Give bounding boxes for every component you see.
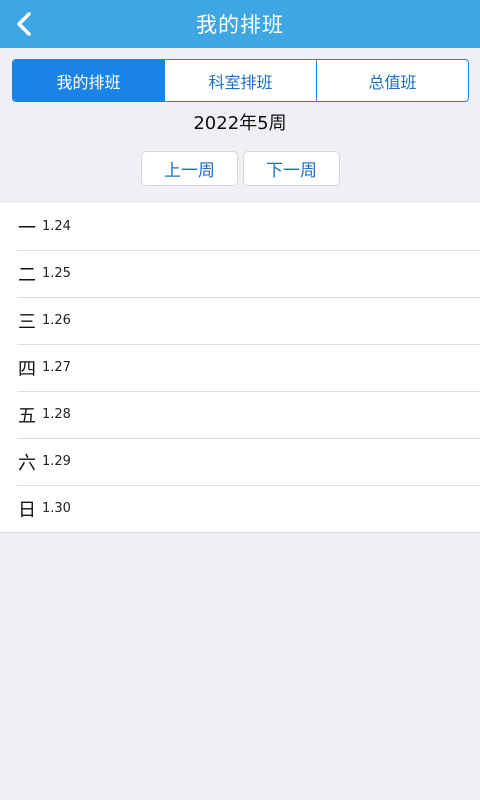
day-row[interactable]: 三 1.26 (0, 297, 480, 344)
day-row[interactable]: 六 1.29 (0, 438, 480, 485)
tab-department-schedule[interactable]: 科室排班 (164, 60, 316, 101)
day-row[interactable]: 二 1.25 (0, 250, 480, 297)
date-label: 1.27 (42, 360, 71, 375)
day-row[interactable]: 五 1.28 (0, 391, 480, 438)
weekday-label: 二 (18, 264, 36, 286)
chevron-left-icon (17, 12, 31, 36)
tab-chief-duty[interactable]: 总值班 (316, 60, 468, 101)
day-row[interactable]: 日 1.30 (0, 485, 480, 532)
day-row[interactable]: 四 1.27 (0, 344, 480, 391)
weekday-label: 六 (18, 452, 36, 474)
date-label: 1.30 (42, 501, 71, 516)
schedule-tabs: 我的排班 科室排班 总值班 (12, 59, 469, 102)
next-week-button[interactable]: 下一周 (243, 151, 340, 186)
date-label: 1.28 (42, 407, 71, 422)
previous-week-button[interactable]: 上一周 (141, 151, 238, 186)
tab-my-schedule[interactable]: 我的排班 (13, 60, 164, 101)
weekday-label: 五 (18, 405, 36, 427)
date-label: 1.29 (42, 454, 71, 469)
date-label: 1.24 (42, 219, 71, 234)
day-list: 一 1.24 二 1.25 三 1.26 四 1.27 五 1.28 六 1.2… (0, 203, 480, 533)
page-title: 我的排班 (196, 13, 284, 37)
weekday-label: 三 (18, 311, 36, 333)
weekday-label: 一 (18, 217, 36, 239)
top-bar: 我的排班 (0, 0, 480, 48)
week-label: 2022年5周 (193, 113, 287, 134)
day-row[interactable]: 一 1.24 (0, 203, 480, 250)
weekday-label: 日 (18, 499, 36, 521)
weekday-label: 四 (18, 358, 36, 380)
date-label: 1.25 (42, 266, 71, 281)
back-button[interactable] (6, 6, 42, 42)
date-label: 1.26 (42, 313, 71, 328)
